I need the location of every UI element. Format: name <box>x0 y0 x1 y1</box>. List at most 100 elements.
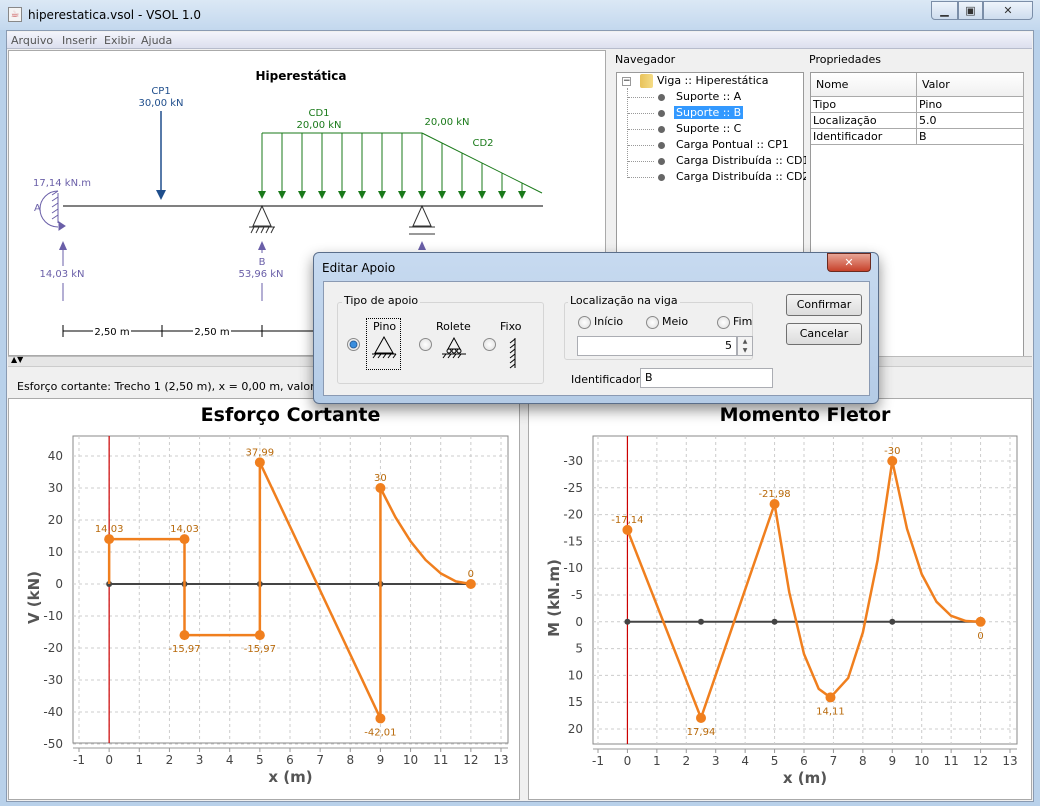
x-tick-label: 6 <box>286 753 294 767</box>
cancel-button[interactable]: Cancelar <box>786 323 862 345</box>
label-meio: Meio <box>662 315 689 328</box>
properties-label: Propriedades <box>809 53 881 66</box>
tree-connector <box>628 177 654 178</box>
x-tick-label: 7 <box>830 754 838 768</box>
x-tick-label: 4 <box>226 753 234 767</box>
x-tick-label: 5 <box>256 753 264 767</box>
radio-fixo[interactable] <box>483 338 496 351</box>
tree-connector <box>628 97 654 98</box>
y-axis-label: M (kN.m) <box>545 559 563 637</box>
x-tick-label: 11 <box>433 753 448 767</box>
y-tick-label: 0 <box>55 577 63 591</box>
data-point[interactable] <box>179 630 190 641</box>
tree-item[interactable]: Carga Distribuída :: CD1 <box>674 154 811 167</box>
shear-chart-panel: Esforço Cortante -1 0 1 2 3 4 5 6 7 8 9 10 11 12 13 40 30… <box>8 398 520 800</box>
dialog-title: Editar Apoio <box>322 261 396 275</box>
tree-root[interactable]: Viga :: Hiperestática <box>655 74 771 87</box>
collapse-toggle-icon[interactable]: − <box>622 77 631 86</box>
close-button[interactable]: ✕ <box>983 1 1033 20</box>
tree-connector <box>628 161 654 162</box>
node-point <box>624 618 631 625</box>
pin-support-icon <box>372 335 397 359</box>
radio-rolete[interactable] <box>419 338 432 351</box>
y-tick-label: -20 <box>43 641 63 655</box>
x-tick-label: 7 <box>316 753 324 767</box>
spinner-arrows[interactable]: ▲ ▼ <box>737 336 753 356</box>
x-tick-label: 11 <box>944 754 959 768</box>
x-tick-label: 2 <box>682 754 690 768</box>
x-tick-label: 0 <box>105 753 113 767</box>
data-point[interactable] <box>375 713 386 724</box>
property-name[interactable]: Tipo <box>811 97 917 113</box>
edit-support-dialog: Editar Apoio ✕ Tipo de apoio Pino Rolete… <box>313 252 879 404</box>
data-point[interactable] <box>622 524 633 535</box>
data-point[interactable] <box>254 457 265 468</box>
x-tick-label: 13 <box>1002 754 1017 768</box>
dialog-close-button[interactable]: ✕ <box>827 253 871 272</box>
close-icon: ✕ <box>1003 4 1013 17</box>
chart-title: Esforço Cortante <box>201 404 381 426</box>
tree-item[interactable]: Suporte :: B <box>674 106 744 119</box>
x-tick-label: 2 <box>166 753 174 767</box>
y-tick-label: -5 <box>571 588 583 602</box>
data-label: 30 <box>374 473 387 484</box>
tree-item[interactable]: Carga Distribuída :: CD2 <box>674 170 811 183</box>
spinner-up-icon[interactable]: ▲ <box>738 337 752 346</box>
confirm-button[interactable]: Confirmar <box>786 294 862 316</box>
y-tick-label: -10 <box>43 609 63 623</box>
tree-item[interactable]: Suporte :: A <box>674 90 743 103</box>
data-point[interactable] <box>887 456 898 466</box>
x-tick-label: 10 <box>403 753 418 767</box>
minimize-button[interactable]: ▁ <box>931 1 958 20</box>
data-point[interactable] <box>179 534 190 545</box>
data-label: 17,94 <box>687 727 716 738</box>
x-tick-label: 12 <box>973 754 988 768</box>
radio-inicio[interactable] <box>578 316 591 329</box>
data-point[interactable] <box>465 579 476 589</box>
y-tick-label: -15 <box>563 534 583 548</box>
data-point[interactable] <box>696 712 706 723</box>
data-point[interactable] <box>975 616 986 627</box>
navigator-label: Navegador <box>615 53 676 66</box>
y-tick-label: -40 <box>43 705 63 719</box>
x-tick-label: 3 <box>712 754 720 768</box>
location-spinner-input[interactable]: 5 <box>577 336 737 356</box>
tree-item[interactable]: Suporte :: C <box>674 122 743 135</box>
spinner-down-icon[interactable]: ▼ <box>738 346 752 355</box>
property-value[interactable]: 5.0 <box>917 113 1024 129</box>
column-header-nome[interactable]: Nome <box>811 73 917 97</box>
x-tick-label: 8 <box>859 754 867 768</box>
property-name[interactable]: Identificador <box>811 129 917 145</box>
radio-pino[interactable] <box>347 338 360 351</box>
property-value[interactable]: Pino <box>917 97 1024 113</box>
data-label: 14,11 <box>816 706 845 717</box>
label-rolete: Rolete <box>436 320 471 333</box>
label-fixo: Fixo <box>500 320 522 333</box>
maximize-button[interactable]: ▣ <box>958 1 983 20</box>
data-point[interactable] <box>825 692 836 703</box>
x-tick-label: 9 <box>888 754 896 768</box>
plot-area <box>592 435 1018 745</box>
y-tick-label: -25 <box>563 481 583 495</box>
data-point[interactable] <box>375 483 386 493</box>
column-header-valor[interactable]: Valor <box>917 73 1024 97</box>
y-tick-label: -20 <box>563 508 583 522</box>
radio-fim[interactable] <box>717 316 730 329</box>
y-tick-label: 0 <box>575 615 583 629</box>
location-label: Localização na viga <box>568 294 680 307</box>
x-tick-label: 0 <box>624 754 632 768</box>
data-point[interactable] <box>104 534 115 545</box>
data-point[interactable] <box>769 498 780 509</box>
y-tick-label: 10 <box>48 545 63 559</box>
property-name[interactable]: Localização <box>811 113 917 129</box>
tree-item[interactable]: Carga Pontual :: CP1 <box>674 138 791 151</box>
radio-meio[interactable] <box>646 316 659 329</box>
property-value[interactable]: B <box>917 129 1024 145</box>
data-point[interactable] <box>254 630 265 641</box>
tree-connector <box>628 145 654 146</box>
y-tick-label: -30 <box>563 454 583 468</box>
roller-support-icon <box>442 336 466 359</box>
x-axis-label: x (m) <box>783 769 827 787</box>
identifier-input[interactable]: B <box>640 368 773 388</box>
tree-connector <box>628 113 654 114</box>
